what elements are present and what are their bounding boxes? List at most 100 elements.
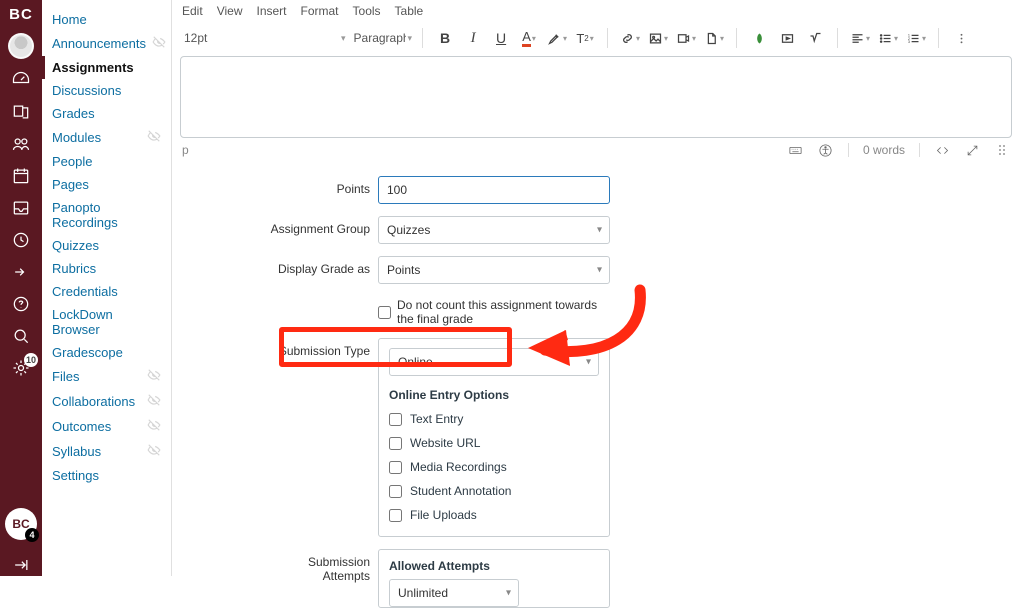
document-button[interactable] bbox=[702, 26, 726, 50]
font-size-select[interactable] bbox=[180, 29, 353, 47]
image-button[interactable] bbox=[646, 26, 670, 50]
sidebar-item-people[interactable]: People bbox=[42, 150, 171, 173]
align-button[interactable] bbox=[848, 26, 872, 50]
submission-attempts-box: Allowed Attempts bbox=[378, 549, 610, 608]
sidebar-item-label: Assignments bbox=[52, 60, 134, 75]
calendar-icon[interactable] bbox=[10, 165, 32, 187]
sidebar-item-label: Pages bbox=[52, 177, 89, 192]
points-label: Points bbox=[262, 176, 370, 196]
block-format-select[interactable] bbox=[350, 29, 420, 47]
hidden-eye-icon bbox=[147, 443, 161, 460]
sidebar-item-rubrics[interactable]: Rubrics bbox=[42, 257, 171, 280]
exclude-from-grade-label: Do not count this assignment towards the… bbox=[397, 298, 610, 326]
global-nav-rail: BC 10 BC 4 bbox=[0, 0, 42, 576]
sidebar-item-label: People bbox=[52, 154, 92, 169]
sidebar-item-modules[interactable]: Modules bbox=[42, 125, 171, 150]
a11y-icon[interactable] bbox=[818, 142, 834, 158]
sidebar-item-discussions[interactable]: Discussions bbox=[42, 79, 171, 102]
rce-menu-view[interactable]: View bbox=[217, 4, 243, 18]
rce-editor-body[interactable] bbox=[180, 56, 1012, 138]
search-icon[interactable] bbox=[10, 325, 32, 347]
html-view-icon[interactable] bbox=[934, 142, 950, 158]
italic-button[interactable]: I bbox=[461, 26, 485, 50]
sidebar-item-lockdown-browser[interactable]: LockDown Browser bbox=[42, 303, 171, 341]
superscript-button[interactable]: T2 bbox=[573, 26, 597, 50]
history-icon[interactable] bbox=[10, 229, 32, 251]
highlight-button[interactable] bbox=[545, 26, 569, 50]
display-grade-label: Display Grade as bbox=[262, 256, 370, 276]
bullet-list-button[interactable] bbox=[876, 26, 900, 50]
rce-menu-table[interactable]: Table bbox=[395, 4, 424, 18]
sidebar-item-quizzes[interactable]: Quizzes bbox=[42, 234, 171, 257]
website-url-option[interactable]: Website URL bbox=[389, 436, 599, 450]
sidebar-item-label: Modules bbox=[52, 130, 101, 145]
submission-type-select[interactable] bbox=[389, 348, 599, 376]
sidebar-item-home[interactable]: Home bbox=[42, 8, 171, 31]
more-tools-button[interactable] bbox=[949, 26, 973, 50]
bold-button[interactable]: B bbox=[433, 26, 457, 50]
number-list-button[interactable]: 123 bbox=[904, 26, 928, 50]
underline-button[interactable]: U bbox=[489, 26, 513, 50]
app-button[interactable] bbox=[747, 26, 771, 50]
inbox-icon[interactable] bbox=[10, 197, 32, 219]
sidebar-item-label: Discussions bbox=[52, 83, 121, 98]
sidebar-item-label: Files bbox=[52, 369, 79, 384]
settings-extra-icon[interactable]: 10 bbox=[10, 357, 32, 379]
rce-menu-edit[interactable]: Edit bbox=[182, 4, 203, 18]
rce-menu-format[interactable]: Format bbox=[301, 4, 339, 18]
commons-icon[interactable] bbox=[10, 261, 32, 283]
sidebar-item-label: Collaborations bbox=[52, 394, 135, 409]
sidebar-item-label: Home bbox=[52, 12, 87, 27]
resize-handle-icon[interactable] bbox=[994, 142, 1010, 158]
sidebar-item-label: Settings bbox=[52, 468, 99, 483]
exclude-from-grade-checkbox-row[interactable]: Do not count this assignment towards the… bbox=[378, 296, 610, 326]
brand-logo[interactable]: BC bbox=[9, 6, 33, 23]
points-input[interactable] bbox=[378, 176, 610, 204]
collapse-rail-icon[interactable] bbox=[10, 554, 32, 576]
word-count[interactable]: 0 words bbox=[863, 143, 905, 157]
sidebar-item-label: Quizzes bbox=[52, 238, 99, 253]
assignment-group-label: Assignment Group bbox=[262, 216, 370, 236]
sidebar-item-announcements[interactable]: Announcements bbox=[42, 31, 171, 56]
sidebar-item-pages[interactable]: Pages bbox=[42, 173, 171, 196]
sidebar-item-grades[interactable]: Grades bbox=[42, 102, 171, 125]
exclude-from-grade-checkbox[interactable] bbox=[378, 306, 391, 319]
sidebar-item-settings[interactable]: Settings bbox=[42, 464, 171, 487]
sidebar-item-credentials[interactable]: Credentials bbox=[42, 280, 171, 303]
text-entry-option[interactable]: Text Entry bbox=[389, 412, 599, 426]
help-icon[interactable] bbox=[10, 293, 32, 315]
keyboard-icon[interactable] bbox=[788, 142, 804, 158]
hidden-eye-icon bbox=[152, 35, 166, 52]
dashboard-icon[interactable] bbox=[10, 69, 32, 91]
media-recordings-option[interactable]: Media Recordings bbox=[389, 460, 599, 474]
media-button[interactable] bbox=[674, 26, 698, 50]
sidebar-item-outcomes[interactable]: Outcomes bbox=[42, 414, 171, 439]
account-icon[interactable] bbox=[8, 33, 34, 59]
rce-menu-insert[interactable]: Insert bbox=[256, 4, 286, 18]
allowed-attempts-select[interactable] bbox=[389, 579, 519, 607]
groups-icon[interactable] bbox=[10, 133, 32, 155]
rce-menu-tools[interactable]: Tools bbox=[353, 4, 381, 18]
fullscreen-icon[interactable] bbox=[964, 142, 980, 158]
display-grade-select[interactable] bbox=[378, 256, 610, 284]
sidebar-item-collaborations[interactable]: Collaborations bbox=[42, 389, 171, 414]
hidden-eye-icon bbox=[147, 129, 161, 146]
sidebar-item-files[interactable]: Files bbox=[42, 364, 171, 389]
insert-media-button[interactable] bbox=[775, 26, 799, 50]
assignment-group-select[interactable] bbox=[378, 216, 610, 244]
courses-icon[interactable] bbox=[10, 101, 32, 123]
rce-menubar: Edit View Insert Format Tools Table bbox=[180, 0, 1012, 22]
hidden-eye-icon bbox=[147, 393, 161, 410]
link-button[interactable] bbox=[618, 26, 642, 50]
svg-text:3: 3 bbox=[908, 39, 910, 43]
file-uploads-option[interactable]: File Uploads bbox=[389, 508, 599, 522]
student-annotation-option[interactable]: Student Annotation bbox=[389, 484, 599, 498]
bottom-brand-logo[interactable]: BC 4 bbox=[5, 508, 37, 540]
hidden-eye-icon bbox=[147, 368, 161, 385]
text-color-button[interactable]: A bbox=[517, 26, 541, 50]
sidebar-item-syllabus[interactable]: Syllabus bbox=[42, 439, 171, 464]
equation-button[interactable] bbox=[803, 26, 827, 50]
sidebar-item-panopto-recordings[interactable]: Panopto Recordings bbox=[42, 196, 171, 234]
sidebar-item-assignments[interactable]: Assignments bbox=[42, 56, 171, 79]
sidebar-item-gradescope[interactable]: Gradescope bbox=[42, 341, 171, 364]
